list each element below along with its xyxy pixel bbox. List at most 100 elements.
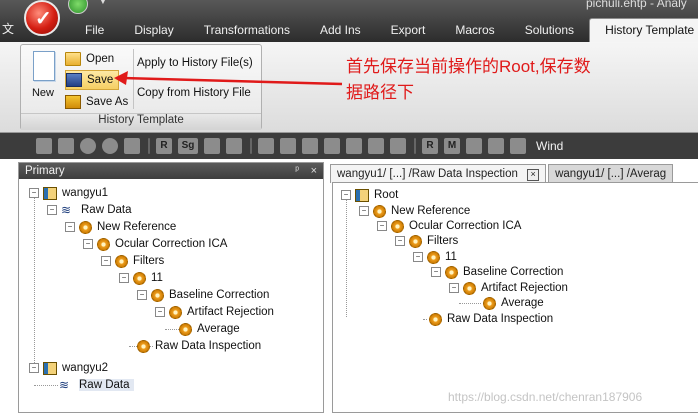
collapse-icon[interactable]: − bbox=[359, 206, 369, 216]
toolbar-window-label[interactable]: Wind bbox=[536, 139, 563, 153]
menu-file[interactable]: File bbox=[70, 18, 119, 42]
collapse-icon[interactable]: − bbox=[65, 222, 75, 232]
toolbar-view-icon[interactable] bbox=[36, 138, 52, 154]
tree-node-label: Baseline Correction bbox=[463, 266, 564, 278]
document-area: wangyu1/ [...] /Raw Data Inspection × wa… bbox=[330, 162, 698, 413]
tab-average[interactable]: wangyu1/ [...] /Averag bbox=[548, 164, 674, 183]
collapse-icon[interactable]: − bbox=[29, 188, 39, 198]
toolbar-map-icon[interactable] bbox=[466, 138, 482, 154]
tree-node[interactable]: − ≋ Raw Data bbox=[47, 202, 132, 218]
tree-node[interactable]: − Artifact Rejection bbox=[155, 304, 274, 320]
tree-node[interactable]: Average bbox=[483, 295, 544, 311]
tree-node[interactable]: ≋ Raw Data bbox=[59, 377, 134, 393]
floppy-disk-icon bbox=[66, 73, 82, 87]
tree-node[interactable]: − 11 bbox=[413, 249, 457, 265]
collapse-icon[interactable]: − bbox=[155, 307, 165, 317]
app-menu-button[interactable]: ✓ bbox=[24, 0, 60, 36]
tree-node-label: Filters bbox=[427, 235, 459, 247]
menu-export[interactable]: Export bbox=[376, 18, 441, 42]
collapse-icon[interactable]: − bbox=[119, 273, 129, 283]
tab-label: wangyu1/ [...] /Raw Data Inspection bbox=[337, 168, 518, 180]
toolbar-zoom-out-icon[interactable] bbox=[102, 138, 118, 154]
toolbar-r2-icon[interactable]: R bbox=[422, 138, 438, 154]
tree-node-label: Root bbox=[374, 189, 399, 201]
collapse-icon[interactable]: − bbox=[413, 252, 423, 262]
toolbar-zoom-in-icon[interactable] bbox=[80, 138, 96, 154]
tree-node-label: Artifact Rejection bbox=[481, 282, 568, 294]
new-button[interactable]: New bbox=[25, 49, 61, 105]
menu-history-template[interactable]: History Template bbox=[589, 18, 698, 42]
tree-node[interactable]: − Filters bbox=[101, 253, 164, 269]
toolbar-chart-icon[interactable] bbox=[488, 138, 504, 154]
toolbar-segment-icon[interactable] bbox=[324, 138, 340, 154]
tree-node[interactable]: − wangyu1 bbox=[29, 185, 108, 201]
collapse-icon[interactable]: − bbox=[29, 363, 39, 373]
collapse-icon[interactable]: − bbox=[47, 205, 57, 215]
tree-node[interactable]: Raw Data Inspection bbox=[429, 311, 553, 327]
tree-node[interactable]: − Artifact Rejection bbox=[449, 280, 568, 296]
tree-node[interactable]: − Baseline Correction bbox=[431, 264, 563, 280]
tree-node[interactable]: − Baseline Correction bbox=[137, 287, 269, 303]
gear-icon bbox=[133, 271, 146, 285]
quick-access-icon[interactable] bbox=[68, 0, 88, 14]
tree-node[interactable]: − 11 bbox=[119, 270, 163, 286]
toolbar-signal-icon[interactable] bbox=[368, 138, 384, 154]
tree-node[interactable]: − Ocular Correction ICA bbox=[377, 218, 521, 234]
tree-node[interactable]: Average bbox=[179, 321, 240, 337]
toolbar-layout-icon[interactable] bbox=[510, 138, 526, 154]
pin-icon[interactable]: ᵖ bbox=[295, 163, 299, 179]
collapse-icon[interactable]: − bbox=[83, 239, 93, 249]
menu-add-ins[interactable]: Add Ins bbox=[305, 18, 376, 42]
save-as-button[interactable]: Save As bbox=[65, 93, 128, 111]
collapse-icon[interactable]: − bbox=[431, 267, 441, 277]
collapse-icon[interactable]: − bbox=[101, 256, 111, 266]
gear-icon bbox=[391, 219, 404, 233]
tree-node[interactable]: − Ocular Correction ICA bbox=[83, 236, 227, 252]
quick-access-dropdown-icon[interactable]: ▼ bbox=[98, 0, 108, 7]
menu-transformations[interactable]: Transformations bbox=[189, 18, 305, 42]
collapse-icon[interactable]: − bbox=[377, 221, 387, 231]
tree-guide bbox=[423, 319, 427, 320]
toolbar-arrow-down-icon[interactable] bbox=[258, 138, 274, 154]
open-button[interactable]: Open bbox=[65, 50, 114, 68]
tree-node[interactable]: − New Reference bbox=[359, 203, 470, 219]
tree-node[interactable]: − New Reference bbox=[65, 219, 176, 235]
tree-node[interactable]: − wangyu2 bbox=[29, 360, 108, 376]
gear-icon bbox=[97, 237, 110, 251]
gear-icon bbox=[445, 265, 458, 279]
toolbar-r-icon[interactable]: R bbox=[156, 138, 172, 154]
collapse-icon[interactable]: − bbox=[137, 290, 147, 300]
collapse-icon[interactable]: − bbox=[395, 236, 405, 246]
menu-display[interactable]: Display bbox=[119, 18, 188, 42]
tree-node-label: Raw Data bbox=[79, 379, 134, 391]
toolbar-sg-icon[interactable]: Sg bbox=[178, 138, 198, 154]
tree-node-label: Ocular Correction ICA bbox=[409, 220, 522, 232]
toolbar-separator bbox=[250, 138, 252, 154]
toolbar-m-icon[interactable]: M bbox=[444, 138, 460, 154]
toolbar-screen-icon[interactable] bbox=[124, 138, 140, 154]
tab-raw-data-inspection[interactable]: wangyu1/ [...] /Raw Data Inspection × bbox=[330, 164, 547, 183]
tree-node-label: wangyu1 bbox=[62, 187, 109, 199]
menu-solutions[interactable]: Solutions bbox=[510, 18, 589, 42]
book-icon bbox=[43, 361, 57, 375]
wave-icon: ≋ bbox=[61, 203, 72, 217]
toolbar-wave-icon[interactable] bbox=[204, 138, 220, 154]
primary-history-panel: Primary ᵖ × − wangyu1 − ≋ Raw Data − New… bbox=[18, 162, 324, 413]
toolbar-cube-icon[interactable] bbox=[226, 138, 242, 154]
toolbar-peak-icon[interactable] bbox=[302, 138, 318, 154]
watermark: https://blog.csdn.net/chenran187906 bbox=[448, 390, 643, 404]
gear-icon bbox=[137, 339, 150, 353]
toolbar-arrow-up-icon[interactable] bbox=[280, 138, 296, 154]
close-tab-icon[interactable]: × bbox=[527, 169, 540, 181]
close-icon[interactable]: × bbox=[311, 163, 317, 179]
tree-node[interactable]: − Root bbox=[341, 187, 398, 203]
collapse-icon[interactable]: − bbox=[449, 283, 459, 293]
menu-macros[interactable]: Macros bbox=[440, 18, 509, 42]
tree-node[interactable]: Raw Data Inspection bbox=[137, 338, 261, 354]
toolbar-grid-icon[interactable] bbox=[58, 138, 74, 154]
tree-node[interactable]: − Filters bbox=[395, 233, 458, 249]
tree-guide bbox=[346, 199, 347, 317]
collapse-icon[interactable]: − bbox=[341, 190, 351, 200]
toolbar-filter-icon[interactable] bbox=[346, 138, 362, 154]
toolbar-table-icon[interactable] bbox=[390, 138, 406, 154]
